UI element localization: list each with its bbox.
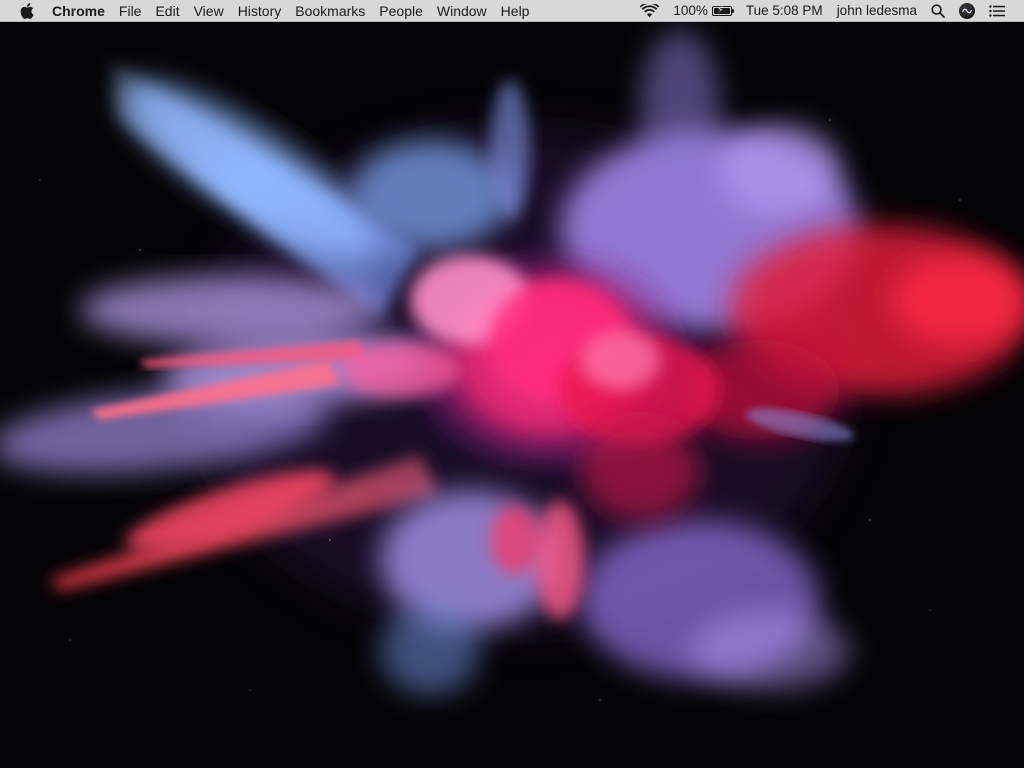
notification-center-icon[interactable] <box>982 0 1012 22</box>
menu-edit[interactable]: Edit <box>148 0 186 22</box>
menu-bar-left: Chrome File Edit View History Bookmarks … <box>0 0 536 22</box>
battery-icon: ⚡ <box>711 4 735 16</box>
menu-app-name[interactable]: Chrome <box>48 0 112 22</box>
desktop-wallpaper <box>0 0 1024 768</box>
menu-history[interactable]: History <box>231 0 289 22</box>
siri-icon-wrap[interactable] <box>952 0 982 22</box>
clock[interactable]: Tue 5:08 PM <box>739 0 830 22</box>
user-name[interactable]: john ledesma <box>830 0 924 22</box>
menu-bookmarks[interactable]: Bookmarks <box>288 0 372 22</box>
menu-bar-status-area: 100% ⚡ Tue 5:08 PM john ledesma <box>633 0 1024 22</box>
menu-bar: Chrome File Edit View History Bookmarks … <box>0 0 1024 22</box>
siri-icon <box>959 2 975 19</box>
desktop[interactable]: Chrome File Edit View History Bookmarks … <box>0 0 1024 768</box>
battery-percent: 100% <box>673 2 708 18</box>
charging-bolt-icon: ⚡ <box>716 4 724 16</box>
menu-help[interactable]: Help <box>494 0 537 22</box>
menu-file[interactable]: File <box>112 0 149 22</box>
menu-people[interactable]: People <box>372 0 430 22</box>
apple-logo-icon[interactable] <box>18 0 36 22</box>
menu-window[interactable]: Window <box>430 0 494 22</box>
battery-status[interactable]: 100% ⚡ <box>666 0 739 22</box>
wifi-icon[interactable] <box>633 0 666 22</box>
search-icon[interactable] <box>924 0 952 22</box>
menu-view[interactable]: View <box>187 0 231 22</box>
